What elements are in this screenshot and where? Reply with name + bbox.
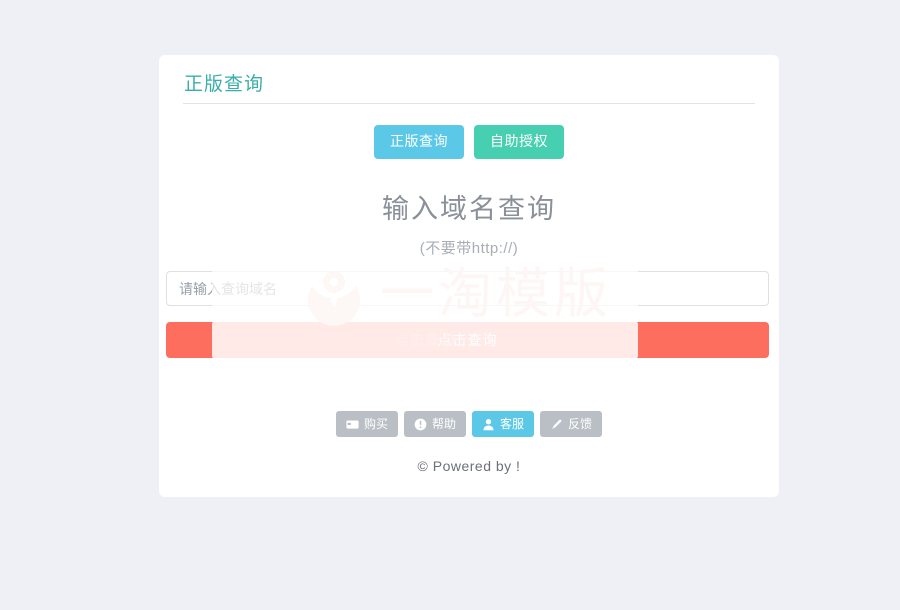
footer-button-help[interactable]: 帮助 (404, 411, 466, 437)
nav-button-group: 正版查询 自助授权 (159, 125, 779, 159)
footer-button-feedback[interactable]: 反馈 (540, 411, 602, 437)
sub-heading: (不要带http://) (159, 237, 779, 258)
footer-button-label: 反馈 (568, 417, 592, 431)
exclamation-circle-icon (414, 418, 427, 431)
copyright-text: © Powered by ! (159, 458, 779, 474)
footer-button-customer-service[interactable]: 客服 (472, 411, 534, 437)
heading-block: 输入域名查询 (不要带http://) (159, 193, 779, 258)
footer-button-group: 购买 帮助 客服 反馈 (159, 411, 779, 437)
main-heading: 输入域名查询 (159, 193, 779, 227)
submit-query-button[interactable]: 点击查询 (166, 322, 769, 358)
tab-self-authorization[interactable]: 自助授权 (474, 125, 564, 159)
user-icon (482, 418, 495, 431)
card-header: 正版查询 (159, 55, 779, 103)
footer-button-label: 帮助 (432, 417, 456, 431)
footer-button-label: 购买 (364, 417, 388, 431)
pencil-icon (550, 418, 563, 431)
search-input[interactable] (166, 271, 769, 306)
page-title: 正版查询 (184, 69, 264, 96)
tab-version-query[interactable]: 正版查询 (374, 125, 464, 159)
footer-button-purchase[interactable]: 购买 (336, 411, 398, 437)
credit-card-icon (346, 418, 359, 431)
header-divider (183, 103, 755, 104)
footer-button-label: 客服 (500, 417, 524, 431)
